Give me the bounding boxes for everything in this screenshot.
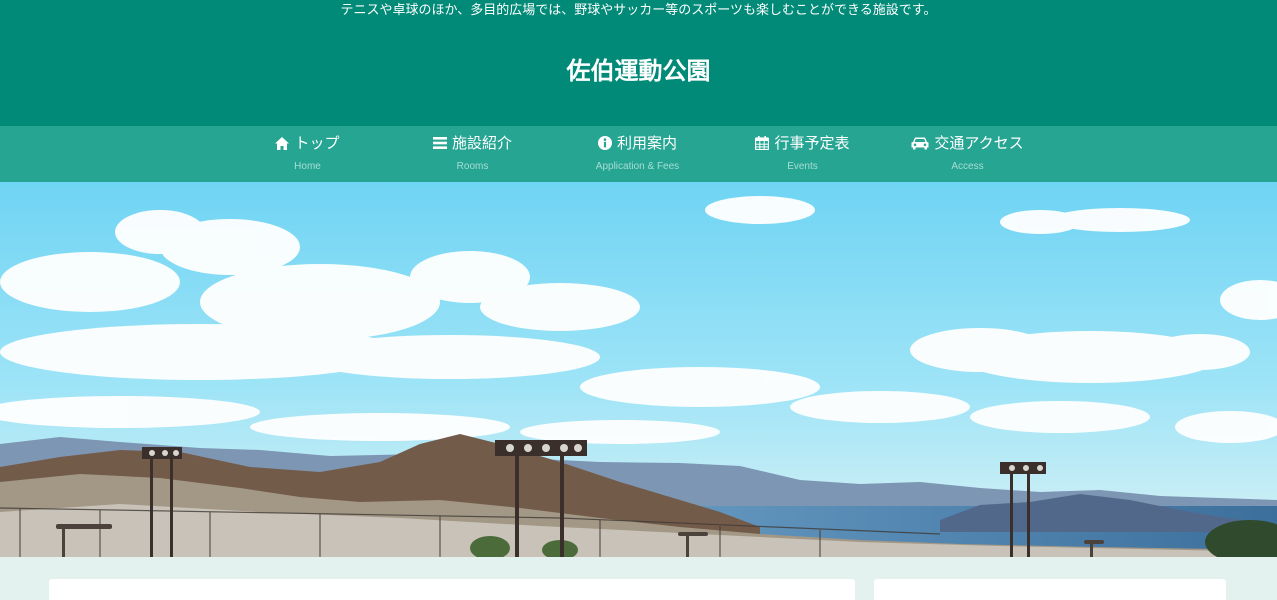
nav-item-label: 行事予定表 bbox=[774, 134, 850, 152]
content-area bbox=[0, 557, 1277, 600]
home-icon bbox=[275, 136, 290, 150]
nav-item-home[interactable]: トップ Home bbox=[225, 126, 390, 182]
nav-item-events[interactable]: 行事予定表 Events bbox=[720, 126, 885, 182]
main-content-card bbox=[49, 579, 855, 600]
list-icon bbox=[432, 137, 447, 149]
nav-item-rooms[interactable]: 施設紹介 Rooms bbox=[390, 126, 555, 182]
hero-image bbox=[0, 182, 1277, 557]
car-icon bbox=[911, 136, 929, 150]
park-landscape-photo bbox=[0, 182, 1277, 557]
global-nav: トップ Home 施設紹介 Rooms 利用案内 Application & F… bbox=[0, 126, 1277, 182]
nav-item-sublabel: Rooms bbox=[456, 161, 489, 172]
info-icon bbox=[597, 136, 612, 150]
calendar-icon bbox=[755, 136, 770, 150]
nav-item-sublabel: Home bbox=[294, 161, 321, 172]
site-title[interactable]: 佐伯運動公園 bbox=[0, 55, 1277, 87]
nav-item-label: トップ bbox=[294, 134, 340, 152]
nav-item-label: 施設紹介 bbox=[451, 134, 512, 152]
nav-item-application[interactable]: 利用案内 Application & Fees bbox=[555, 126, 720, 182]
nav-item-label: 利用案内 bbox=[616, 134, 677, 152]
nav-item-sublabel: Events bbox=[787, 161, 818, 172]
sidebar-card bbox=[874, 579, 1226, 600]
site-header: テニスや卓球のほか、多目的広場では、野球やサッカー等のスポーツも楽しむことができ… bbox=[0, 0, 1277, 126]
nav-item-sublabel: Access bbox=[951, 161, 984, 172]
nav-item-sublabel: Application & Fees bbox=[595, 161, 680, 172]
site-tagline: テニスや卓球のほか、多目的広場では、野球やサッカー等のスポーツも楽しむことができ… bbox=[340, 3, 937, 18]
nav-item-label: 交通アクセス bbox=[934, 134, 1024, 152]
nav-item-access[interactable]: 交通アクセス Access bbox=[885, 126, 1050, 182]
